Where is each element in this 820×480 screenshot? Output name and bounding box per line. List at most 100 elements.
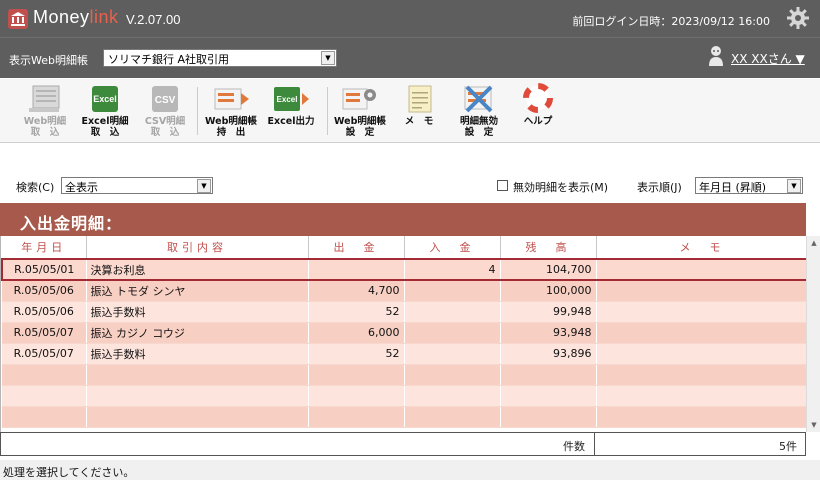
cell-balance: 93,896 bbox=[500, 343, 597, 365]
cell-memo[interactable] bbox=[596, 322, 809, 344]
help-button[interactable]: ヘルプ bbox=[509, 83, 567, 139]
table-row[interactable]: R.05/05/06 振込手数料 52 99,948 bbox=[2, 301, 809, 323]
cell-deposit bbox=[404, 343, 501, 365]
empty-cell bbox=[86, 364, 309, 386]
scroll-up-icon[interactable]: ▲ bbox=[807, 236, 820, 250]
transaction-grid: 年月日 取引内容 出 金 入 金 残 高 メ モ R.05/05/01 決算お利… bbox=[0, 236, 809, 432]
web-settings-label: Web明細帳 設 定 bbox=[334, 116, 386, 138]
account-select[interactable]: ソリマチ銀行 A社取引用 ▼ bbox=[103, 49, 337, 67]
grid-scrollbar[interactable]: ▲ ▼ bbox=[806, 236, 820, 432]
cell-deposit: 4 bbox=[404, 258, 501, 281]
empty-cell bbox=[308, 364, 405, 386]
excel-import-icon: Excel bbox=[92, 86, 118, 112]
col-header-date[interactable]: 年月日 bbox=[2, 236, 87, 260]
excel-output-button[interactable]: Excel Excel出力 bbox=[262, 83, 320, 139]
empty-cell bbox=[596, 385, 809, 407]
excel-icon-text: Excel bbox=[93, 94, 117, 104]
cell-withdrawal: 52 bbox=[308, 343, 405, 365]
user-avatar-icon bbox=[707, 45, 725, 67]
col-header-description[interactable]: 取引内容 bbox=[86, 236, 309, 260]
csv-import-label: CSV明細 取 込 bbox=[144, 116, 186, 138]
count-separator bbox=[594, 433, 595, 455]
count-label: 件数 bbox=[563, 440, 585, 453]
empty-cell bbox=[2, 385, 87, 407]
title-bar: Moneylink V.2.07.00 前回ログイン日時：2023/09/12 … bbox=[0, 0, 820, 37]
show-invalid-checkbox[interactable] bbox=[497, 180, 508, 191]
app-name-main: Money bbox=[33, 7, 90, 27]
account-select-value: ソリマチ銀行 A社取引用 bbox=[108, 53, 230, 66]
search-select[interactable]: 全表示 ▼ bbox=[61, 177, 213, 194]
order-select-value: 年月日 (昇順) bbox=[699, 181, 767, 194]
web-export-icon bbox=[214, 88, 249, 110]
app-name-accent: link bbox=[89, 7, 119, 27]
col-header-balance[interactable]: 残 高 bbox=[500, 236, 597, 260]
excel-import-button[interactable]: Excel Excel明細 取 込 bbox=[76, 83, 134, 139]
csv-icon-text: CSV bbox=[155, 95, 176, 106]
csv-import-button[interactable]: CSV CSV明細 取 込 bbox=[136, 83, 194, 139]
empty-cell bbox=[2, 406, 87, 428]
cell-memo[interactable] bbox=[596, 258, 809, 281]
table-row[interactable]: R.05/05/01 決算お利息 4 104,700 bbox=[1, 258, 809, 281]
cell-balance: 104,700 bbox=[500, 258, 597, 281]
empty-cell bbox=[404, 406, 501, 428]
cell-memo[interactable] bbox=[596, 280, 809, 302]
invalid-settings-button[interactable]: 明細無効 設 定 bbox=[450, 83, 508, 139]
empty-row[interactable] bbox=[2, 364, 809, 386]
web-import-icon bbox=[29, 85, 60, 112]
empty-cell bbox=[500, 385, 597, 407]
excel-import-label: Excel明細 取 込 bbox=[81, 116, 129, 138]
cell-balance: 93,948 bbox=[500, 322, 597, 344]
table-row[interactable]: R.05/05/07 振込 カジノ コウジ 6,000 93,948 bbox=[2, 322, 809, 344]
empty-row[interactable] bbox=[2, 406, 809, 428]
cell-memo[interactable] bbox=[596, 301, 809, 323]
count-row: 件数 5件 bbox=[0, 432, 806, 456]
memo-button[interactable]: メ モ bbox=[390, 83, 448, 139]
header-row: 年月日 取引内容 出 金 入 金 残 高 メ モ bbox=[2, 236, 809, 260]
cell-date: R.05/05/07 bbox=[2, 343, 87, 365]
csv-import-icon: CSV bbox=[152, 86, 178, 112]
empty-cell bbox=[500, 364, 597, 386]
invalid-settings-icon bbox=[464, 85, 493, 113]
gear-icon[interactable] bbox=[786, 6, 810, 30]
chevron-down-icon[interactable]: ▼ bbox=[197, 179, 211, 193]
last-login-time: 前回ログイン日時：2023/09/12 16:00 bbox=[572, 15, 770, 28]
cell-description: 振込手数料 bbox=[86, 343, 309, 365]
cell-date: R.05/05/07 bbox=[2, 322, 87, 344]
user-menu[interactable]: XX XXさん ▼ bbox=[731, 50, 805, 67]
memo-label: メ モ bbox=[404, 116, 434, 127]
scroll-down-icon[interactable]: ▼ bbox=[807, 418, 820, 432]
cell-date: R.05/05/06 bbox=[2, 301, 87, 323]
web-import-button[interactable]: Web明細 取 込 bbox=[16, 83, 74, 139]
web-settings-button[interactable]: Web明細帳 設 定 bbox=[331, 83, 389, 139]
chevron-down-icon[interactable]: ▼ bbox=[321, 51, 335, 65]
col-header-memo[interactable]: メ モ bbox=[596, 236, 809, 260]
cell-withdrawal: 52 bbox=[308, 301, 405, 323]
account-bar: 表示Web明細帳 ソリマチ銀行 A社取引用 ▼ XX XXさん ▼ bbox=[0, 37, 820, 78]
cell-withdrawal: 4,700 bbox=[308, 280, 405, 302]
app-version: V.2.07.00 bbox=[126, 12, 181, 27]
order-select[interactable]: 年月日 (昇順) ▼ bbox=[695, 177, 803, 194]
empty-cell bbox=[404, 385, 501, 407]
count-value: 5件 bbox=[779, 440, 797, 453]
web-export-button[interactable]: Web明細帳 持 出 bbox=[202, 83, 260, 139]
help-label: ヘルプ bbox=[523, 116, 553, 127]
cell-date: R.05/05/01 bbox=[1, 258, 87, 281]
chevron-down-icon[interactable]: ▼ bbox=[787, 179, 801, 193]
bank-logo-icon bbox=[8, 9, 28, 29]
empty-cell bbox=[86, 385, 309, 407]
cell-withdrawal: 6,000 bbox=[308, 322, 405, 344]
empty-cell bbox=[404, 364, 501, 386]
table-row[interactable]: R.05/05/06 振込 トモダ シンヤ 4,700 100,000 bbox=[2, 280, 809, 302]
cell-withdrawal bbox=[308, 258, 405, 281]
col-header-deposit[interactable]: 入 金 bbox=[404, 236, 501, 260]
excel-output-icon: Excel bbox=[274, 87, 309, 111]
toolbar-separator bbox=[327, 87, 328, 135]
section-title: 入出金明細： bbox=[0, 203, 806, 236]
cell-memo[interactable] bbox=[596, 343, 809, 365]
account-label: 表示Web明細帳 bbox=[9, 54, 88, 67]
col-header-withdrawal[interactable]: 出 金 bbox=[308, 236, 405, 260]
table-row[interactable]: R.05/05/07 振込手数料 52 93,896 bbox=[2, 343, 809, 365]
excel-output-label: Excel出力 bbox=[267, 116, 315, 127]
empty-row[interactable] bbox=[2, 385, 809, 407]
empty-cell bbox=[308, 385, 405, 407]
